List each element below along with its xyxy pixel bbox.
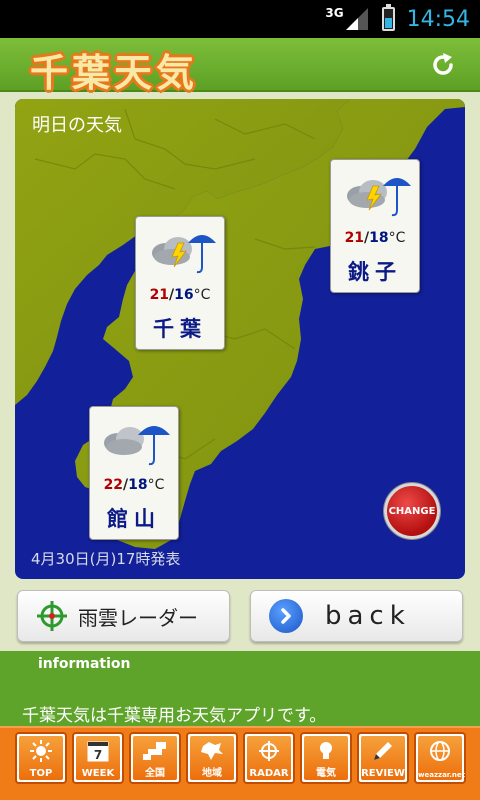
city-name: 館山 — [107, 507, 161, 531]
refresh-icon — [433, 53, 453, 75]
weather-card-chiba[interactable]: 21/16°C 千葉 — [135, 216, 225, 350]
calendar-icon: 7 — [87, 741, 109, 762]
lightbulb-icon — [320, 742, 332, 759]
nav-review[interactable]: REVIEW — [357, 732, 409, 784]
arrow-right-icon — [269, 599, 303, 633]
forecast-map: 明日の天気 21/18°C 銚子 21/16°C 千葉 22/18°C 館山 C… — [15, 99, 465, 579]
nav-week[interactable]: 7 WEEK — [72, 732, 124, 784]
cloud-thunder-rain-icon — [347, 178, 411, 217]
back-button[interactable]: back — [250, 590, 463, 642]
city-name: 銚子 — [348, 260, 402, 284]
sun-icon — [30, 740, 52, 762]
nav-website[interactable]: weazzar.net — [414, 732, 466, 784]
signal-icon — [345, 8, 368, 30]
nav-radar[interactable]: RADAR — [243, 732, 295, 784]
japan-map-icon — [143, 742, 166, 760]
nav-electricity[interactable]: 電気 — [300, 732, 352, 784]
region-map-icon — [201, 742, 223, 760]
nav-region[interactable]: 地域 — [186, 732, 238, 784]
change-button[interactable]: CHANGE — [384, 483, 440, 539]
battery-icon — [381, 4, 395, 31]
information-panel: information 千葉天気は千葉専用お天気アプリです。 — [0, 651, 480, 726]
bottom-nav: TOP 7 WEEK 全国 地域 RADAR 電気 REVIEW weazzar… — [0, 726, 480, 800]
app-header: 千葉天気 — [0, 38, 480, 95]
temperature: 22/18°C — [103, 477, 165, 493]
cloud-thunder-rain-icon — [152, 235, 216, 274]
status-bar: 3G 14:54 — [0, 0, 480, 38]
cloud-rain-icon — [104, 426, 170, 466]
clock: 14:54 — [406, 6, 470, 32]
city-name: 千葉 — [153, 317, 207, 341]
app-screen: 3G 14:54 千葉天気 明日の天気 21/18°C 銚子 21/16°C 千… — [0, 0, 480, 800]
temperature: 21/16°C — [149, 287, 211, 303]
app-title: 千葉天気 — [30, 51, 199, 95]
information-text: 千葉天気は千葉専用お天気アプリです。 — [22, 706, 327, 726]
nav-national[interactable]: 全国 — [129, 732, 181, 784]
weather-card-choshi[interactable]: 21/18°C 銚子 — [330, 159, 420, 293]
rain-radar-button[interactable]: 雨雲レーダー — [17, 590, 230, 642]
crosshair-icon — [37, 601, 67, 631]
rain-radar-label: 雨雲レーダー — [78, 605, 198, 630]
pencil-icon — [374, 742, 392, 760]
network-type: 3G — [325, 6, 344, 20]
issued-time: 4月30日(月)17時発表 — [31, 550, 181, 568]
temperature: 21/18°C — [344, 230, 406, 246]
globe-icon — [430, 741, 450, 761]
information-title: information — [38, 656, 131, 672]
weather-card-tateyama[interactable]: 22/18°C 館山 — [89, 406, 179, 540]
nav-top[interactable]: TOP — [15, 732, 67, 784]
svg-text:7: 7 — [94, 748, 102, 762]
map-heading: 明日の天気 — [32, 115, 122, 136]
back-label: back — [325, 601, 411, 631]
radar-icon — [259, 741, 279, 761]
refresh-button[interactable] — [424, 46, 462, 84]
